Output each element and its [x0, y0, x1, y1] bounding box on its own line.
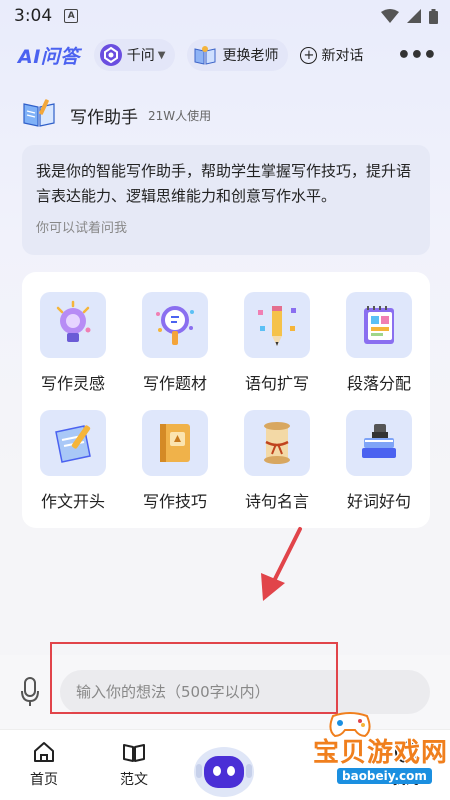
tool-paragraph-allocation[interactable]: 段落分配: [328, 292, 430, 410]
status-time: 3:04: [14, 6, 53, 26]
tool-label: 写作灵感: [40, 374, 105, 393]
more-options-icon[interactable]: •••: [397, 43, 437, 68]
magnifier-icon: [142, 292, 208, 358]
microphone-icon[interactable]: [18, 672, 42, 712]
notebook-icon: [346, 292, 412, 358]
app-header: AI问答 千问 ▼ 更换老师 + 新对话 •••: [0, 36, 450, 74]
assistant-usage-count: 21W人使用: [148, 108, 212, 123]
new-chat-button[interactable]: + 新对话: [300, 45, 363, 65]
wifi-icon: [381, 9, 399, 23]
assistant-header: 写作助手 21W人使用: [22, 98, 211, 132]
intro-hint: 你可以试着问我: [36, 221, 128, 236]
tool-label: 语句扩写: [244, 374, 309, 393]
tool-label: 写作题材: [142, 374, 207, 393]
tool-essay-opening[interactable]: 作文开头: [22, 410, 124, 528]
notification-a-icon: A: [64, 9, 79, 23]
scroll-icon: [244, 410, 310, 476]
teacher-book-icon: [193, 45, 217, 65]
watermark: 宝贝游戏网 baobeiy.com: [275, 712, 450, 800]
tool-poetry-quotes[interactable]: 诗句名言: [226, 410, 328, 528]
tool-label: 诗句名言: [244, 492, 309, 511]
annotation-arrow-icon: [261, 527, 302, 601]
change-teacher-label: 更换老师: [222, 48, 279, 64]
book-icon: [142, 410, 208, 476]
nav-label-essay: 范文: [120, 772, 148, 788]
battery-icon: [429, 8, 438, 24]
intro-message-bubble: 我是你的智能写作助手，帮助学生掌握写作技巧，提升语言表达能力、逻辑思维能力和创意…: [22, 145, 430, 255]
paper-pen-icon: [40, 410, 106, 476]
tool-writing-inspiration[interactable]: 写作灵感: [22, 292, 124, 410]
status-bar: 3:04 A: [0, 0, 450, 32]
status-icons: [381, 8, 438, 24]
model-label: 千问: [126, 48, 155, 64]
writing-assistant-avatar-icon: [22, 98, 56, 132]
tool-label: 作文开头: [40, 492, 105, 511]
tool-good-words-sentences[interactable]: 好词好句: [328, 410, 430, 528]
books-stack-icon: [346, 410, 412, 476]
pencil-icon: [244, 292, 310, 358]
qianwen-logo-icon: [99, 44, 122, 66]
nav-item-home[interactable]: 首页: [14, 740, 74, 789]
new-chat-label: 新对话: [321, 48, 364, 64]
tool-writing-topics[interactable]: 写作题材: [124, 292, 226, 410]
nav-label-home: 首页: [30, 772, 58, 788]
open-book-icon: [123, 744, 145, 762]
tool-sentence-expansion[interactable]: 语句扩写: [226, 292, 328, 410]
watermark-title: 宝贝游戏网: [313, 738, 449, 768]
intro-text: 我是你的智能写作助手，帮助学生掌握写作技巧，提升语言表达能力、逻辑思维能力和创意…: [36, 162, 412, 205]
tool-label: 段落分配: [346, 374, 411, 393]
chevron-down-icon: ▼: [157, 49, 166, 61]
plus-circle-icon: +: [300, 46, 318, 64]
model-selector[interactable]: 千问 ▼: [93, 39, 176, 71]
watermark-url: baobeiy.com: [337, 768, 432, 784]
ai-robot-button[interactable]: [190, 738, 258, 800]
app-logo: AI问答: [18, 45, 80, 68]
home-icon: [34, 742, 54, 762]
tool-label: 写作技巧: [142, 492, 207, 511]
nav-item-essay[interactable]: 范文: [104, 740, 164, 789]
assistant-name: 写作助手: [70, 107, 138, 128]
tool-writing-skills[interactable]: 写作技巧: [124, 410, 226, 528]
signal-icon: [407, 9, 421, 23]
tool-label: 好词好句: [346, 492, 411, 511]
change-teacher-button[interactable]: 更换老师: [187, 39, 289, 71]
annotation-highlight-box: [50, 642, 338, 714]
writing-tools-grid: 写作灵感 写作题材 语句扩写 段落分配 作文开头 写作技巧 诗句名言 好词好句: [22, 272, 430, 528]
lightbulb-icon: [40, 292, 106, 358]
